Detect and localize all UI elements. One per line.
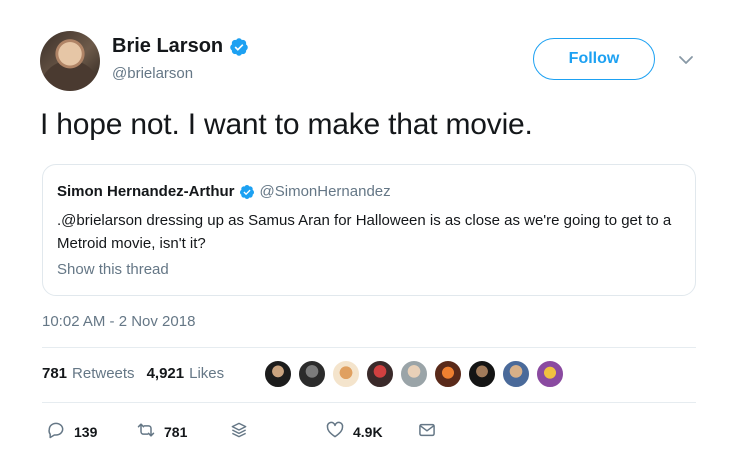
retweets-label: Retweets: [72, 365, 135, 382]
reply-button[interactable]: 139: [46, 420, 97, 443]
retweet-button[interactable]: 781: [136, 420, 187, 443]
divider: [42, 402, 696, 403]
quote-header: Simon Hernandez-Arthur @SimonHernandez: [57, 183, 391, 200]
quote-author-handle: @SimonHernandez: [259, 183, 391, 200]
reply-icon: [46, 420, 66, 443]
retweets-stat[interactable]: 781 Retweets: [42, 365, 135, 382]
liker-avatar[interactable]: [467, 359, 497, 389]
author-name-row: Brie Larson: [112, 35, 249, 58]
tweet-stats: 781 Retweets 4,921 Likes: [42, 365, 224, 382]
show-thread-link[interactable]: Show this thread: [57, 261, 169, 278]
follow-button[interactable]: Follow: [533, 38, 655, 80]
liker-avatar[interactable]: [399, 359, 429, 389]
retweet-count: 781: [164, 423, 188, 440]
author-handle[interactable]: @brielarson: [112, 65, 193, 82]
likers-avatars: [263, 359, 569, 389]
layers-icon: [229, 420, 249, 443]
quoted-tweet[interactable]: Simon Hernandez-Arthur @SimonHernandez .…: [42, 164, 696, 296]
liker-avatar[interactable]: [263, 359, 293, 389]
quote-author-name: Simon Hernandez-Arthur: [57, 183, 235, 200]
likes-stat[interactable]: 4,921 Likes: [147, 365, 225, 382]
stack-button[interactable]: [229, 420, 249, 443]
liker-avatar[interactable]: [297, 359, 327, 389]
tweet-card: Brie Larson @brielarson Follow I hope no…: [0, 0, 738, 469]
direct-message-button[interactable]: [417, 420, 437, 443]
verified-badge-icon: [239, 184, 255, 200]
liker-avatar[interactable]: [365, 359, 395, 389]
likes-label: Likes: [189, 365, 225, 382]
author-name[interactable]: Brie Larson: [112, 35, 223, 58]
reply-count: 139: [74, 423, 98, 440]
liker-avatar[interactable]: [433, 359, 463, 389]
liker-avatar[interactable]: [331, 359, 361, 389]
tweet-text: I hope not. I want to make that movie.: [40, 108, 533, 141]
author-avatar[interactable]: [40, 31, 100, 91]
likes-count: 4,921: [146, 365, 185, 382]
divider: [42, 347, 696, 348]
verified-badge-icon: [229, 37, 249, 57]
chevron-down-icon[interactable]: [676, 50, 696, 70]
liker-avatar[interactable]: [501, 359, 531, 389]
retweets-count: 781: [42, 365, 68, 382]
like-count: 4.9K: [353, 423, 383, 440]
heart-icon: [325, 420, 345, 443]
liker-avatar[interactable]: [535, 359, 565, 389]
like-button[interactable]: 4.9K: [325, 420, 383, 443]
retweet-icon: [136, 420, 156, 443]
envelope-icon: [417, 420, 437, 443]
quote-text: .@brielarson dressing up as Samus Aran f…: [57, 212, 672, 252]
tweet-timestamp[interactable]: 10:02 AM - 2 Nov 2018: [42, 313, 195, 330]
